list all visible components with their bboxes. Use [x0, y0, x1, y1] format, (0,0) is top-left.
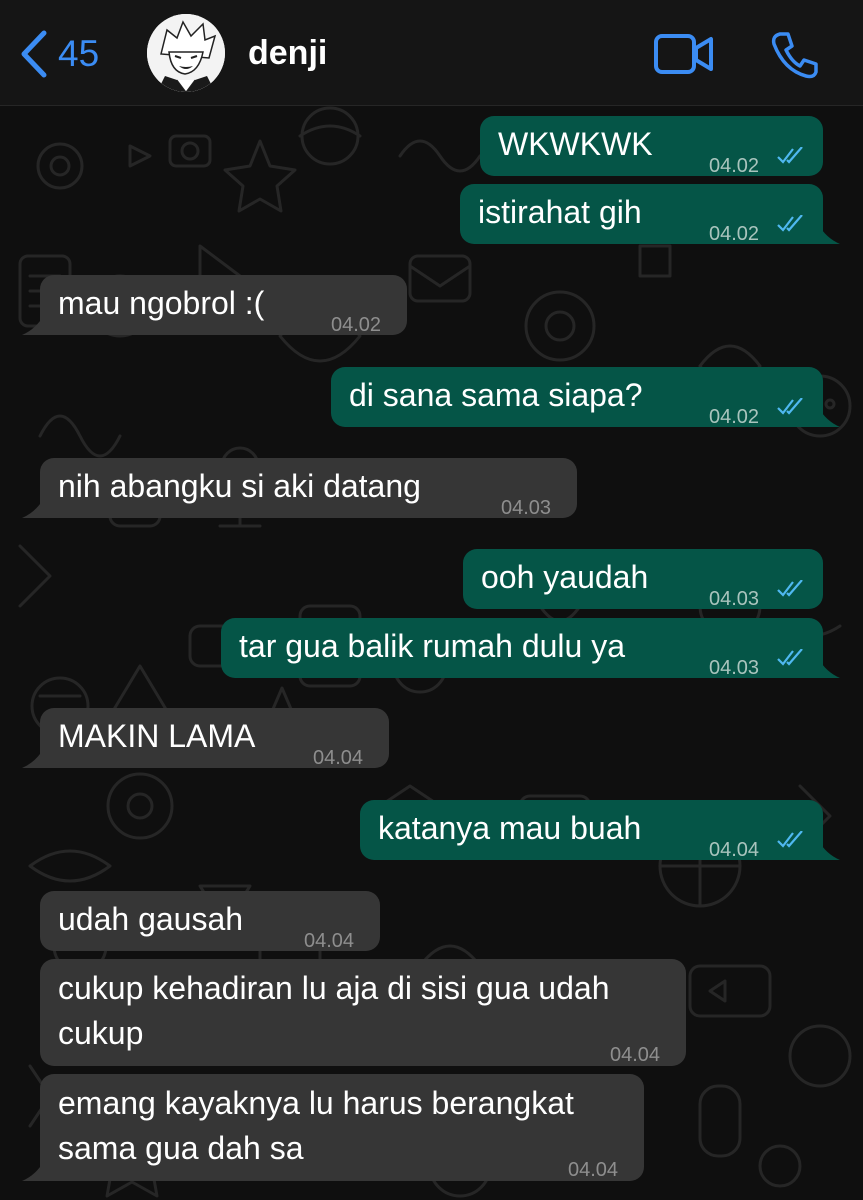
message-time: 04.02	[709, 406, 760, 428]
bubble-tail	[818, 224, 840, 244]
voice-call-button[interactable]	[770, 30, 820, 85]
message-bubble-incoming[interactable]: mau ngobrol :( 04.02	[40, 275, 407, 336]
read-receipt-icon	[777, 398, 803, 415]
video-call-button[interactable]	[653, 32, 715, 81]
read-receipt-icon	[777, 649, 803, 666]
message-text: di sana sama siapa?	[349, 377, 643, 413]
chat-area[interactable]: WKWKWK 04.02 istirahat gih 04.02 mau ngo…	[0, 106, 863, 1200]
contact-name[interactable]: denji	[248, 34, 327, 73]
chevron-left-icon	[21, 30, 47, 78]
read-receipt-icon	[777, 215, 803, 232]
message-time: 04.04	[709, 839, 760, 861]
bubble-tail	[22, 748, 44, 768]
avatar[interactable]	[147, 14, 225, 92]
bubble-tail	[22, 1161, 44, 1181]
bubble-tail	[818, 658, 840, 678]
phone-call-icon	[771, 32, 818, 79]
message-time: 04.03	[709, 657, 760, 679]
message-text-line: emang kayaknya lu harus berangkat	[58, 1085, 574, 1121]
back-button[interactable]: 45	[18, 24, 99, 84]
bubble-tail	[22, 315, 44, 335]
message-text-line: cukup	[58, 1015, 144, 1051]
message-text-line: sama gua dah sa	[58, 1130, 304, 1166]
message-text: WKWKWK	[498, 126, 653, 162]
message-bubble-outgoing[interactable]: istirahat gih 04.02	[460, 184, 823, 245]
message-text: ooh yaudah	[481, 559, 649, 595]
read-receipt-icon	[777, 831, 803, 848]
message-text: nih abangku si aki datang	[58, 468, 421, 504]
bubble-tail	[818, 407, 840, 427]
message-time: 04.03	[501, 497, 552, 519]
message-bubble-incoming[interactable]: cukup kehadiran lu aja di sisi gua udah …	[40, 959, 686, 1066]
message-text: istirahat gih	[478, 194, 642, 230]
bubble-tail	[818, 840, 840, 860]
unread-count: 45	[58, 33, 100, 74]
message-text-line: cukup kehadiran lu aja di sisi gua udah	[58, 970, 610, 1006]
message-bubble-incoming[interactable]: nih abangku si aki datang 04.03	[40, 458, 577, 519]
message-bubble-outgoing[interactable]: WKWKWK 04.02	[480, 116, 823, 177]
message-time: 04.04	[568, 1159, 619, 1181]
avatar-portrait-icon	[147, 14, 225, 92]
bubble-tail	[22, 498, 44, 518]
message-time: 04.04	[313, 747, 364, 769]
message-text: katanya mau buah	[378, 810, 642, 846]
message-time: 04.04	[610, 1044, 661, 1066]
message-time: 04.03	[709, 588, 760, 610]
message-time: 04.02	[709, 223, 760, 245]
video-call-icon	[654, 34, 713, 74]
message-bubble-outgoing[interactable]: katanya mau buah 04.04	[360, 800, 823, 861]
message-bubble-outgoing[interactable]: tar gua balik rumah dulu ya 04.03	[221, 618, 823, 679]
message-bubble-outgoing[interactable]: ooh yaudah 04.03	[463, 549, 823, 610]
message-text: tar gua balik rumah dulu ya	[239, 628, 625, 664]
message-text: MAKIN LAMA	[58, 718, 256, 754]
message-text: mau ngobrol :(	[58, 285, 265, 321]
read-receipt-icon	[777, 580, 803, 597]
message-time: 04.04	[304, 930, 355, 952]
message-bubble-outgoing[interactable]: di sana sama siapa? 04.02	[331, 367, 823, 428]
message-time: 04.02	[709, 155, 760, 177]
message-text: udah gausah	[58, 901, 244, 937]
read-receipt-icon	[777, 147, 803, 164]
message-time: 04.02	[331, 314, 382, 336]
message-bubble-incoming[interactable]: MAKIN LAMA 04.04	[40, 708, 389, 769]
chat-header: 45 denji	[0, 0, 863, 106]
message-bubble-incoming[interactable]: udah gausah 04.04	[40, 891, 380, 952]
message-bubble-incoming[interactable]: emang kayaknya lu harus berangkat sama g…	[40, 1074, 644, 1181]
